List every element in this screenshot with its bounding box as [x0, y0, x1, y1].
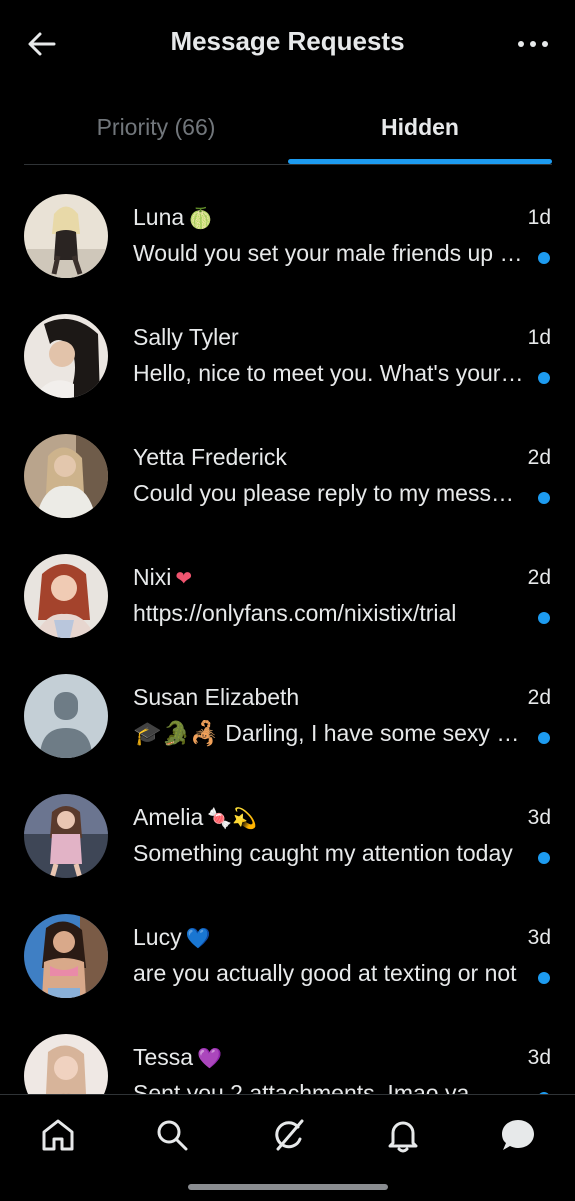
- conversation-row-nixi[interactable]: Nixi ❤ 2d https://onlyfans.com/nixistix/t…: [0, 536, 575, 656]
- active-tab-indicator: [288, 159, 552, 164]
- message-request-list[interactable]: Luna 🍈 1d Would you set your male friends…: [0, 176, 575, 1094]
- message-preview: Would you set your male friends up with …: [133, 240, 525, 266]
- more-options-button[interactable]: [515, 30, 555, 58]
- message-preview: Something caught my attention today: [133, 840, 513, 866]
- conversation-time: 2d: [527, 446, 551, 469]
- tab-hidden[interactable]: Hidden: [288, 100, 552, 164]
- conversation-time: 2d: [527, 566, 551, 589]
- unread-indicator: [538, 252, 550, 264]
- name-emoji: ❤: [175, 566, 193, 590]
- conversation-row-yetta-frederick[interactable]: Yetta Frederick 2d Could you please repl…: [0, 416, 575, 536]
- default-avatar-icon: [24, 674, 108, 758]
- search-icon: [157, 1120, 188, 1151]
- avatar[interactable]: [24, 194, 108, 278]
- unread-indicator: [538, 732, 550, 744]
- avatar[interactable]: [24, 914, 108, 998]
- message-preview: Hello, nice to meet you. What's your nam…: [133, 360, 525, 386]
- name-emoji: 🍈: [188, 206, 214, 230]
- conversation-time: 3d: [527, 806, 551, 829]
- conversation-row-susan-elizabeth[interactable]: Susan Elizabeth 2d 🎓🐊🦂 Darling, I have s…: [0, 656, 575, 776]
- message-preview: Could you please reply to my message?: [133, 480, 525, 506]
- conversation-name: Susan Elizabeth: [133, 684, 300, 710]
- tab-hidden-label: Hidden: [381, 114, 459, 140]
- nav-notifications-button[interactable]: [383, 1115, 423, 1155]
- message-preview: 🎓🐊🦂 Darling, I have some sexy photos: [133, 720, 525, 746]
- tab-priority-label: Priority (66): [96, 114, 216, 140]
- avatar[interactable]: [24, 434, 108, 518]
- conversation-time: 1d: [527, 206, 551, 229]
- grok-icon: [275, 1119, 304, 1151]
- nav-messages-button[interactable]: [498, 1115, 538, 1155]
- name-emoji: 🍬💫: [207, 806, 258, 830]
- conversation-row-luna[interactable]: Luna 🍈 1d Would you set your male friends…: [0, 176, 575, 296]
- home-icon: [42, 1119, 74, 1151]
- conversation-row-sally-tyler[interactable]: Sally Tyler 1d Hello, nice to meet you. …: [0, 296, 575, 416]
- conversation-time: 3d: [527, 926, 551, 949]
- conversation-name: Sally Tyler: [133, 324, 239, 350]
- messages-icon: [502, 1120, 534, 1150]
- name-emoji: 💙: [185, 926, 211, 950]
- tab-priority[interactable]: Priority (66): [24, 100, 288, 164]
- unread-indicator: [538, 492, 550, 504]
- avatar[interactable]: [24, 554, 108, 638]
- conversation-row-amelia[interactable]: Amelia 🍬💫 3d Something caught my attentio…: [0, 776, 575, 896]
- nav-home-button[interactable]: [38, 1115, 78, 1155]
- avatar[interactable]: [24, 314, 108, 398]
- page-title: Message Requests: [170, 26, 405, 56]
- conversation-row-tessa[interactable]: Tessa 💜 3d Sent you 2 attachments. Imao y…: [0, 1016, 575, 1094]
- message-preview: Sent you 2 attachments. Imao ya: [133, 1080, 470, 1094]
- conversation-name: Luna 🍈: [133, 204, 214, 230]
- avatar[interactable]: [24, 794, 108, 878]
- message-preview: https://onlyfans.com/nixistix/trial: [133, 600, 457, 626]
- conversation-name: Nixi ❤: [133, 564, 193, 590]
- more-horizontal-icon: [518, 41, 548, 47]
- unread-indicator: [538, 612, 550, 624]
- conversation-time: 1d: [527, 326, 551, 349]
- conversation-name: Tessa 💜: [133, 1044, 222, 1070]
- conversation-name: Lucy 💙: [133, 924, 211, 950]
- header-bar: Message Requests: [0, 0, 575, 88]
- avatar[interactable]: [24, 674, 108, 758]
- conversation-time: 3d: [527, 1046, 551, 1069]
- conversation-row-lucy[interactable]: Lucy 💙 3d are you actually good at textin…: [0, 896, 575, 1016]
- notifications-bell-icon: [388, 1121, 418, 1153]
- message-preview: are you actually good at texting or not: [133, 960, 517, 986]
- name-emoji: 💜: [197, 1046, 222, 1070]
- nav-search-button[interactable]: [152, 1115, 192, 1155]
- nav-grok-button[interactable]: [268, 1115, 308, 1155]
- unread-indicator: [538, 972, 550, 984]
- system-home-indicator[interactable]: [188, 1184, 388, 1190]
- conversation-name: Yetta Frederick: [133, 444, 287, 470]
- conversation-name: Amelia 🍬💫: [133, 804, 258, 830]
- avatar[interactable]: [24, 1034, 108, 1094]
- conversation-time: 2d: [527, 686, 551, 709]
- unread-indicator: [538, 852, 550, 864]
- tab-bar: Priority (66) Hidden: [24, 100, 552, 165]
- unread-indicator: [538, 372, 550, 384]
